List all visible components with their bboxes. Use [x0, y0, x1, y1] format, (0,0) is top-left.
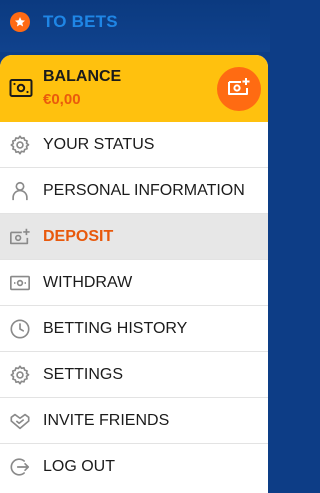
withdraw-icon [9, 272, 31, 294]
menu-item-withdraw[interactable]: WITHDRAW [0, 260, 268, 306]
gear-icon [9, 134, 31, 156]
menu-item-label: YOUR STATUS [43, 135, 155, 153]
account-menu: YOUR STATUS PERSONAL INFORMATION DEPOSIT… [0, 122, 268, 490]
menu-item-label: LOG OUT [43, 458, 116, 475]
menu-item-betting-history[interactable]: BETTING HISTORY [0, 306, 268, 352]
star-icon [10, 12, 30, 32]
menu-item-label: WITHDRAW [43, 273, 133, 291]
wallet-money-icon [9, 78, 33, 103]
account-menu-panel: BALANCE €0,00 YOUR STATUS PERSONAL INFOR… [0, 55, 268, 493]
menu-item-deposit[interactable]: DEPOSIT [0, 214, 268, 260]
balance-amount: €0,00 [43, 91, 81, 108]
menu-item-label: SETTINGS [43, 365, 124, 383]
balance-title: BALANCE [43, 68, 122, 85]
person-icon [9, 180, 31, 202]
top-bar: TO BETS [0, 0, 270, 52]
menu-item-your-status[interactable]: YOUR STATUS [0, 122, 268, 168]
logout-icon [9, 456, 31, 478]
menu-item-personal-information[interactable]: PERSONAL INFORMATION [0, 168, 268, 214]
handshake-icon [9, 410, 31, 432]
menu-item-label: INVITE FRIENDS [43, 411, 170, 429]
to-bets-label: TO BETS [43, 12, 118, 31]
menu-item-label: DEPOSIT [43, 227, 114, 245]
deposit-money-icon [227, 77, 251, 102]
menu-item-invite-friends[interactable]: INVITE FRIENDS [0, 398, 268, 444]
menu-item-label: PERSONAL INFORMATION [43, 181, 245, 199]
gear-icon [9, 364, 31, 386]
menu-item-label: BETTING HISTORY [43, 319, 188, 337]
menu-item-log-out[interactable]: LOG OUT [0, 444, 268, 490]
balance-section: BALANCE €0,00 [0, 55, 268, 122]
menu-item-settings[interactable]: SETTINGS [0, 352, 268, 398]
deposit-shortcut-button[interactable] [217, 67, 261, 111]
deposit-icon [9, 226, 31, 248]
clock-icon [9, 318, 31, 340]
to-bets-link[interactable]: TO BETS [10, 12, 118, 32]
